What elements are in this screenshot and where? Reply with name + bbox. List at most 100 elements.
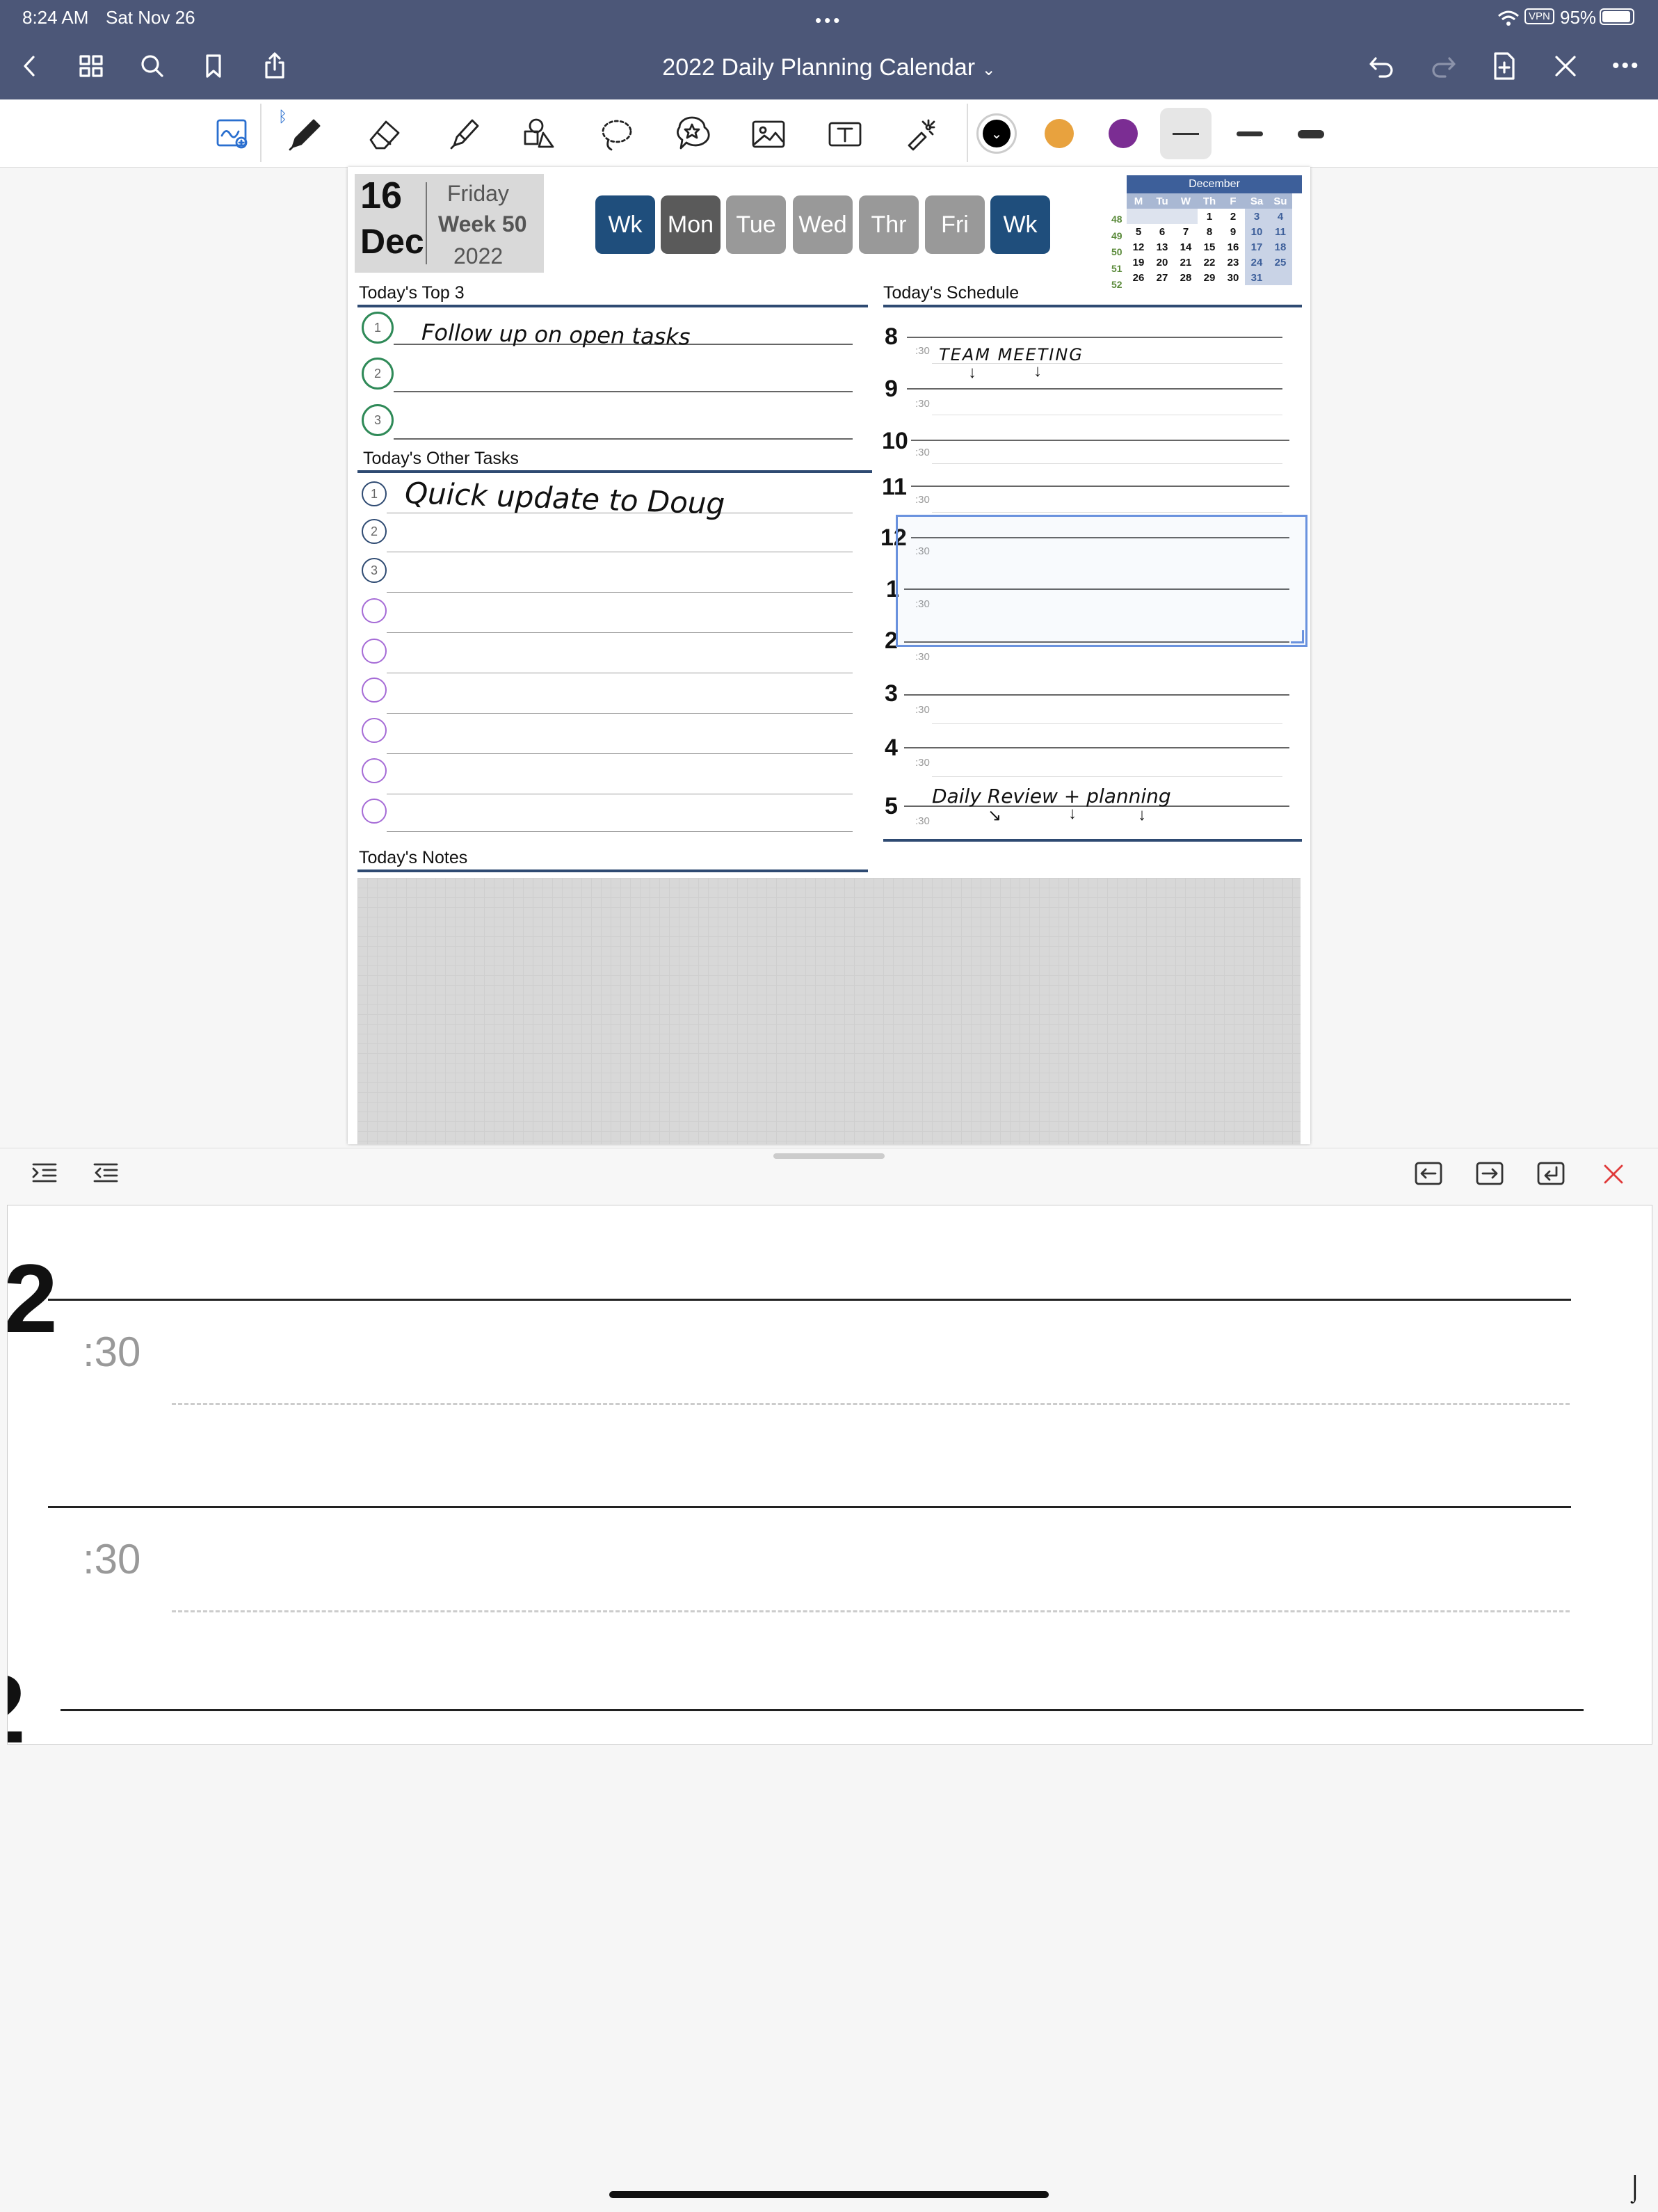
mini-cal-week-number[interactable]: 49 [1111,228,1122,245]
notes-grid-area[interactable] [357,878,1301,1144]
mini-cal-day[interactable] [1269,270,1292,285]
close-pen-mode-icon[interactable] [1548,49,1583,83]
indent-left-icon[interactable] [90,1159,121,1193]
stroke-thin-selected[interactable] [1160,108,1212,159]
zoom-region-box[interactable] [896,515,1307,647]
mini-cal-day[interactable]: 21 [1174,255,1198,270]
mini-cal-day[interactable]: 25 [1269,255,1292,270]
zoom-window-icon[interactable] [213,114,253,154]
indent-right-icon[interactable] [29,1159,60,1193]
stroke-medium[interactable] [1224,108,1275,159]
mini-cal-day[interactable]: 24 [1245,255,1269,270]
other-task-circle[interactable] [362,718,387,743]
lasso-icon[interactable] [597,114,637,154]
color-black-selected[interactable]: ⌄ [976,113,1017,154]
document-title: 2022 Daily Planning Calendar [662,54,976,81]
close-zoom-icon[interactable] [1598,1159,1629,1193]
other-task-circle[interactable] [362,639,387,664]
mini-cal-week-number[interactable]: 50 [1111,244,1122,261]
mini-cal-week-number[interactable]: 48 [1111,211,1122,228]
redo-icon[interactable] [1426,49,1460,83]
day-button-wed[interactable]: Wed [793,195,853,254]
mini-cal-day[interactable]: 15 [1198,239,1221,255]
mini-cal-day[interactable]: 1 [1198,209,1221,224]
mini-cal-day[interactable]: 7 [1174,224,1198,239]
new-line-icon[interactable] [1536,1159,1566,1193]
more-icon[interactable]: ••• [1612,54,1641,78]
laser-pointer-icon[interactable] [901,114,942,154]
mini-cal-day[interactable]: 4 [1269,209,1292,224]
day-button-fri[interactable]: Fri [925,195,985,254]
other-task-circle-3[interactable]: 3 [362,558,387,583]
image-icon[interactable] [748,114,789,154]
mini-cal-day[interactable]: 27 [1150,270,1174,285]
other-task-circle[interactable] [362,678,387,703]
day-button-thr[interactable]: Thr [859,195,919,254]
mini-cal-day[interactable]: 23 [1221,255,1245,270]
search-icon[interactable] [135,49,170,83]
other-task-circle-2[interactable]: 2 [362,519,387,544]
mini-cal-day[interactable]: 29 [1198,270,1221,285]
other-task-circle[interactable] [362,598,387,623]
add-page-icon[interactable] [1487,49,1522,83]
mini-cal-day[interactable]: 10 [1245,224,1269,239]
pen-icon[interactable] [285,114,325,154]
mini-cal-day[interactable] [1150,209,1174,224]
day-button-mon[interactable]: Mon [661,195,721,254]
sticker-icon[interactable] [672,114,712,154]
week-button-right[interactable]: Wk [990,195,1050,254]
top3-circle-1[interactable]: 1 [362,312,394,344]
mini-cal-day[interactable]: 2 [1221,209,1245,224]
home-indicator[interactable] [609,2191,1049,2198]
eraser-icon[interactable] [364,114,405,154]
mini-cal-day[interactable] [1127,209,1150,224]
color-purple[interactable] [1109,119,1138,148]
back-icon[interactable] [13,49,47,83]
mini-cal-day[interactable]: 16 [1221,239,1245,255]
mini-cal-day[interactable]: 19 [1127,255,1150,270]
other-task-circle[interactable] [362,799,387,824]
top3-circle-2[interactable]: 2 [362,358,394,390]
mini-cal-day[interactable]: 12 [1127,239,1150,255]
day-button-tue[interactable]: Tue [726,195,786,254]
move-left-icon[interactable] [1413,1159,1444,1193]
mini-cal-day[interactable]: 28 [1174,270,1198,285]
mini-cal-day[interactable]: 3 [1245,209,1269,224]
document-title-menu[interactable]: 2022 Daily Planning Calendar ⌄ [0,54,1658,81]
other-task-circle-1[interactable]: 1 [362,481,387,506]
mini-cal-day[interactable]: 14 [1174,239,1198,255]
text-tool-icon[interactable] [825,114,865,154]
mini-cal-day[interactable]: 31 [1245,270,1269,285]
thumbnails-icon[interactable] [74,49,108,83]
shapes-icon[interactable] [519,114,559,154]
mini-cal-day[interactable]: 11 [1269,224,1292,239]
move-right-icon[interactable] [1474,1159,1505,1193]
mini-cal-day[interactable]: 13 [1150,239,1174,255]
stroke-thick[interactable] [1285,108,1337,159]
highlighter-icon[interactable] [444,114,484,154]
share-icon[interactable] [257,49,292,83]
mini-cal-day[interactable]: 22 [1198,255,1221,270]
other-task-circle[interactable] [362,758,387,783]
mini-cal-day[interactable]: 9 [1221,224,1245,239]
bookmark-icon[interactable] [196,49,231,83]
mini-cal-day[interactable]: 20 [1150,255,1174,270]
mini-cal-day[interactable]: 5 [1127,224,1150,239]
week-button-left[interactable]: Wk [595,195,655,254]
resize-handle-icon[interactable] [1291,630,1304,643]
mini-cal-day[interactable]: 18 [1269,239,1292,255]
mini-cal-day[interactable]: 30 [1221,270,1245,285]
mini-cal-day[interactable]: 6 [1150,224,1174,239]
mini-cal-day[interactable]: 17 [1245,239,1269,255]
mini-cal-week-number[interactable]: 52 [1111,277,1122,294]
mini-cal-day[interactable]: 8 [1198,224,1221,239]
top3-circle-3[interactable]: 3 [362,404,394,436]
mini-cal-week-number[interactable]: 51 [1111,261,1122,278]
panel-drag-handle[interactable] [773,1153,885,1159]
mini-cal-day[interactable] [1174,209,1198,224]
undo-icon[interactable] [1365,49,1399,83]
mini-cal-day[interactable]: 26 [1127,270,1150,285]
multitask-dots-icon[interactable]: ••• [815,10,842,31]
color-orange[interactable] [1045,119,1074,148]
zoom-writing-area[interactable]: 2 :30 :30 2 [7,1205,1652,1745]
